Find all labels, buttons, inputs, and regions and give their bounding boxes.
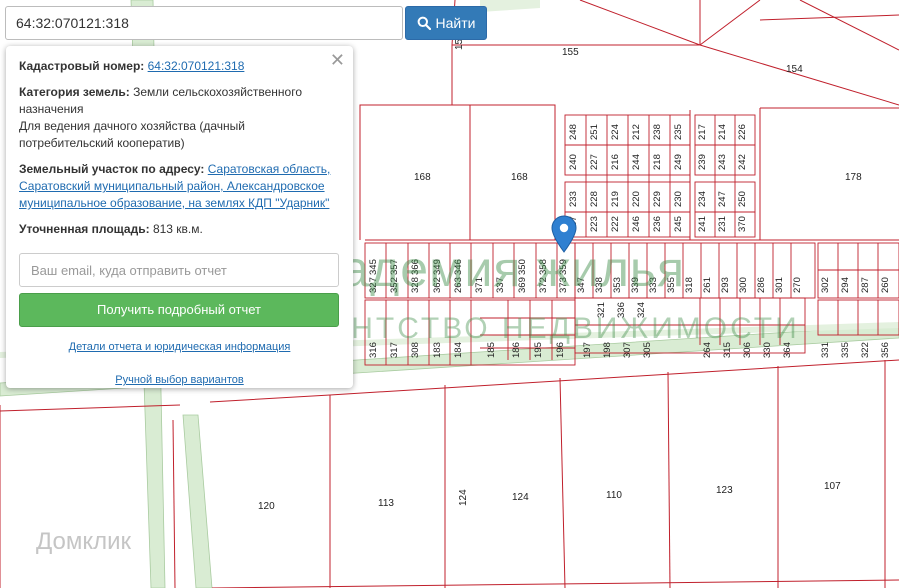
parcel-label: 15: [454, 38, 465, 50]
parcel-label: 113: [378, 498, 394, 509]
plot-label: 223: [589, 216, 600, 232]
search-button[interactable]: Найти: [405, 6, 487, 40]
area-label: Уточненная площадь:: [19, 222, 150, 236]
plot-label: 219: [610, 191, 621, 207]
plot-label: 322: [860, 342, 871, 358]
plot-label: 260: [880, 277, 891, 293]
plot-label: 217: [697, 124, 708, 140]
report-details-link[interactable]: Детали отчета и юридическая информация: [19, 339, 340, 356]
get-report-button[interactable]: Получить подробный отчет: [19, 293, 339, 327]
manual-selection-link[interactable]: Ручной выбор вариантов: [19, 372, 340, 389]
usage-value: Для ведения дачного хозяйства (дачный по…: [19, 119, 246, 150]
plot-label: 227: [589, 154, 600, 170]
category-label: Категория земель:: [19, 85, 130, 99]
plot-label: 239: [697, 154, 708, 170]
plot-label: 248: [568, 124, 579, 140]
parcel-label: 107: [824, 481, 841, 492]
plot-label: 245: [673, 216, 684, 232]
plot-label: 331: [820, 342, 831, 358]
search-bar: [5, 6, 403, 40]
plot-label: 238: [652, 124, 663, 140]
parcel-label: 168: [511, 172, 528, 183]
plot-label: 356: [880, 342, 891, 358]
plot-label: 249: [673, 154, 684, 170]
email-input[interactable]: [19, 253, 339, 287]
plot-label: 270: [792, 277, 803, 293]
parcel-label: 110: [606, 490, 622, 501]
search-icon: [417, 16, 431, 30]
plot-label: 242: [737, 154, 748, 170]
close-icon[interactable]: ✕: [330, 51, 345, 69]
parcel-label: 154: [786, 64, 803, 75]
plot-label: 214: [717, 124, 728, 140]
plot-label: 247: [717, 191, 728, 207]
plot-label: 250: [737, 191, 748, 207]
parcel-label: 155: [562, 47, 579, 58]
plot-label: 218: [652, 154, 663, 170]
parcel-label: 120: [258, 501, 275, 512]
plot-label: 246: [631, 216, 642, 232]
area-row: Уточненная площадь: 813 кв.м.: [19, 221, 340, 238]
parcel-label: 123: [716, 485, 733, 496]
plot-label: 231: [717, 216, 728, 232]
plot-label: 287: [860, 277, 871, 293]
plot-label: 234: [697, 191, 708, 207]
plot-label: 220: [631, 191, 642, 207]
plot-label: 241: [697, 216, 708, 232]
plot-label: 335: [840, 342, 851, 358]
plot-label: 224: [610, 124, 621, 140]
category-row: Категория земель: Земли сельскохозяйстве…: [19, 84, 340, 152]
plot-label: 228: [589, 191, 600, 207]
plot-label: 261: [702, 277, 713, 293]
location-pin-icon[interactable]: [551, 215, 577, 253]
plot-label: 229: [652, 191, 663, 207]
search-button-label: Найти: [435, 15, 476, 31]
plot-label: 216: [610, 154, 621, 170]
plot-label: 244: [631, 154, 642, 170]
plot-label: 301: [774, 277, 785, 293]
plot-label: 294: [840, 277, 851, 293]
plot-label: 236: [652, 216, 663, 232]
plot-label: 370: [737, 216, 748, 232]
address-label: Земельный участок по адресу:: [19, 162, 205, 176]
parcel-label: 178: [845, 172, 862, 183]
parcel-label: 124: [512, 492, 529, 503]
cadastral-row: Кадастровый номер: 64:32:070121:318: [19, 58, 340, 75]
plot-label: 226: [737, 124, 748, 140]
plot-label: 251: [589, 124, 600, 140]
cadastral-number-link[interactable]: 64:32:070121:318: [148, 59, 245, 73]
plot-label: 293: [720, 277, 731, 293]
area-value: 813 кв.м.: [152, 222, 203, 236]
plot-label: 233: [568, 191, 579, 207]
plot-label: 300: [738, 277, 749, 293]
plot-label: 230: [673, 191, 684, 207]
search-input[interactable]: [5, 6, 403, 40]
plot-label: 235: [673, 124, 684, 140]
cadastral-label: Кадастровый номер:: [19, 59, 145, 73]
plot-label: 240: [568, 154, 579, 170]
parcel-info-popup: ✕ Кадастровый номер: 64:32:070121:318 Ка…: [6, 46, 353, 388]
parcel-label: 168: [414, 172, 431, 183]
watermark-agency-subtitle: АГЕНТСТВО НЕДВИЖИМОСТИ: [286, 312, 800, 345]
plot-label: 302: [820, 277, 831, 293]
watermark-domclick: Домклик: [36, 528, 132, 555]
parcel-label: 124: [458, 489, 469, 506]
address-row: Земельный участок по адресу: Саратовская…: [19, 161, 340, 212]
plot-label: 318: [684, 277, 695, 293]
plot-label: 243: [717, 154, 728, 170]
plot-label: 212: [631, 124, 642, 140]
plot-label: 222: [610, 216, 621, 232]
plot-label: 286: [756, 277, 767, 293]
